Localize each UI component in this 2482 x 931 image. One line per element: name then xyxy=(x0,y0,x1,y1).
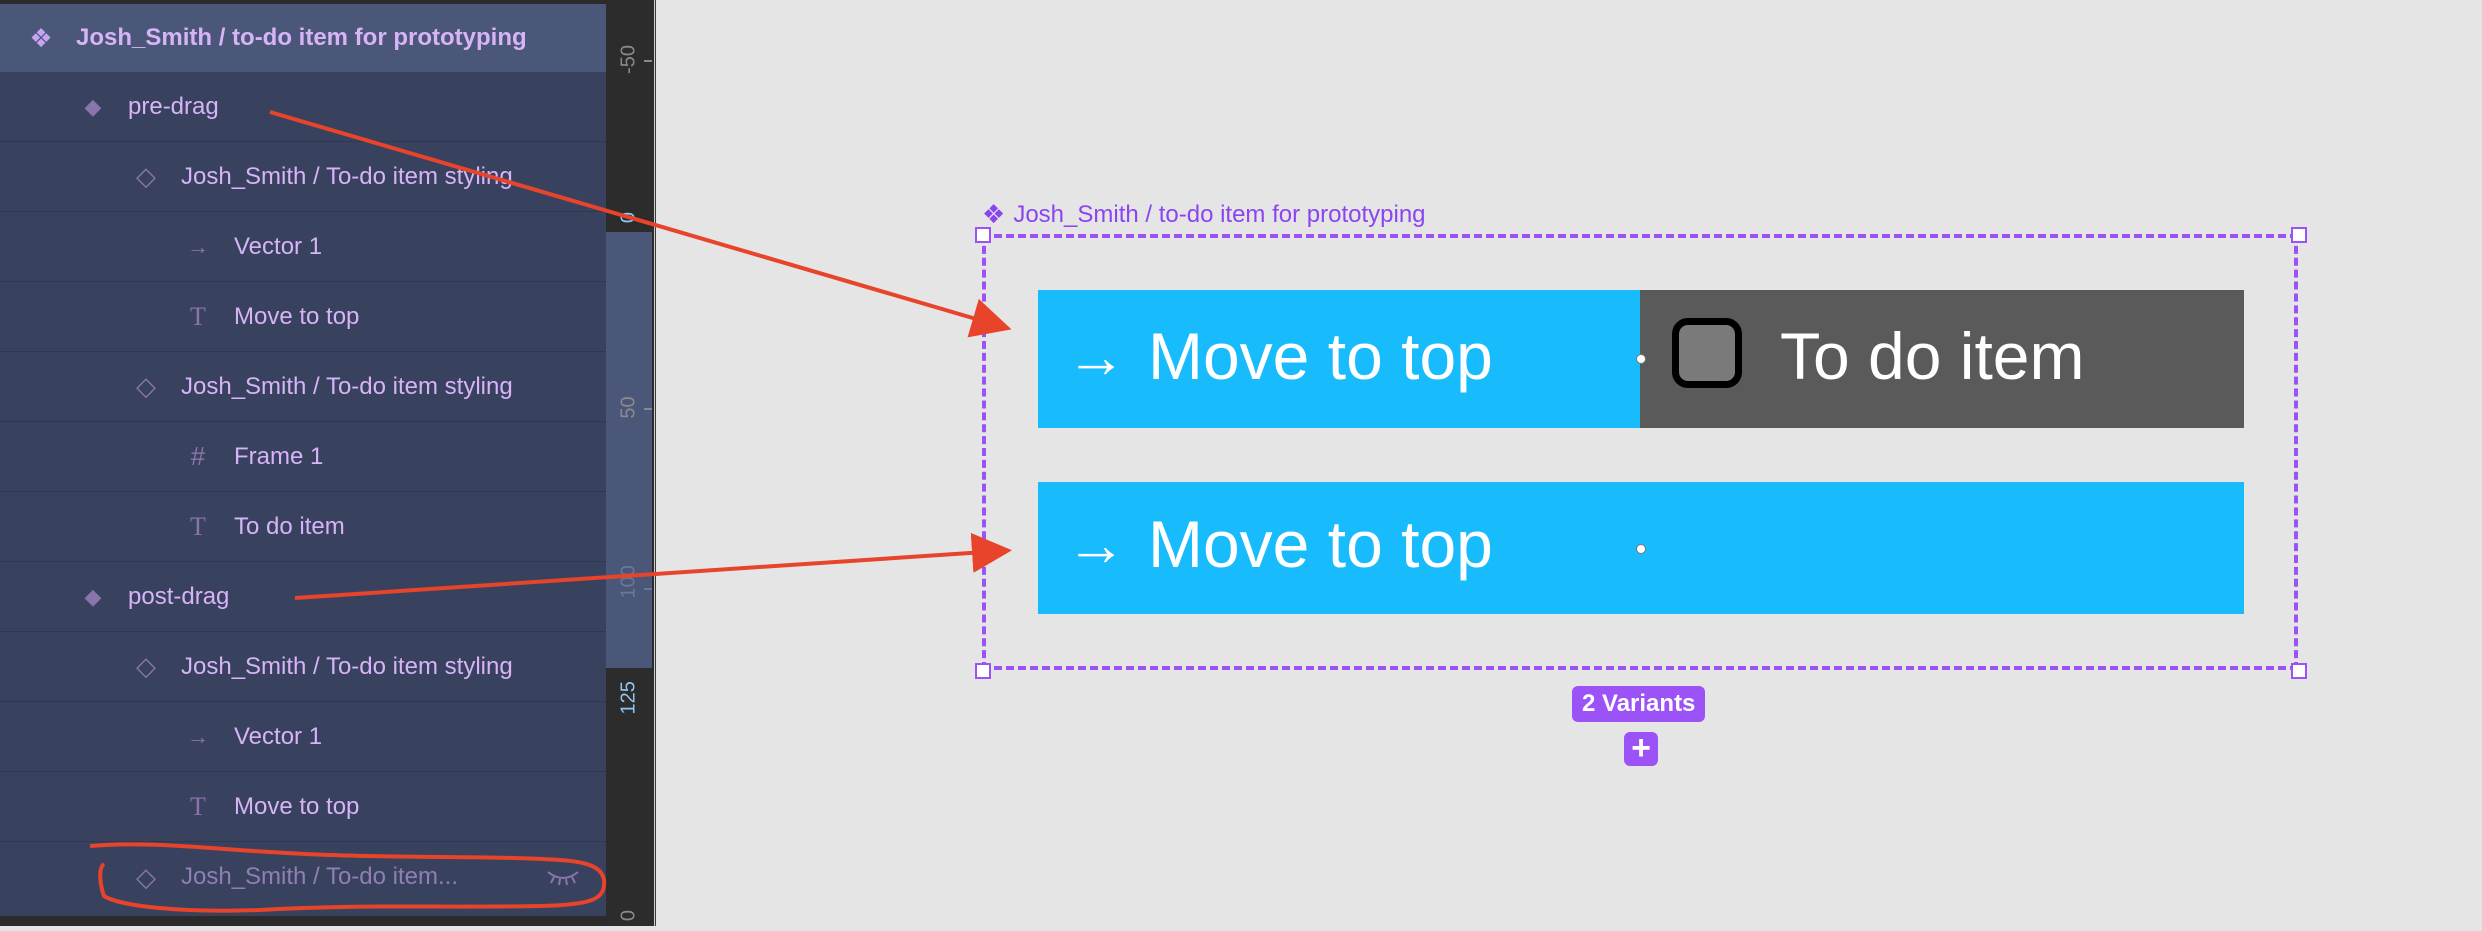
layer-vector[interactable]: → Vector 1 xyxy=(0,702,606,772)
frame-icon: # xyxy=(190,441,206,471)
layer-label: Vector 1 xyxy=(234,232,323,260)
layers-panel: ❖ Josh_Smith / to-do item for prototypin… xyxy=(0,0,606,926)
layer-label: Frame 1 xyxy=(234,442,324,470)
layer-label: post-drag xyxy=(128,582,230,610)
instance-icon: ◇ xyxy=(136,161,156,191)
resize-handle-top-left[interactable] xyxy=(975,227,991,243)
ruler-label: 0 xyxy=(617,909,640,922)
text-icon: T xyxy=(190,791,206,821)
ruler-label: 50 xyxy=(617,396,640,419)
layer-label: Move to top xyxy=(234,302,360,330)
variant-icon: ◆ xyxy=(84,93,102,119)
variant-post-drag[interactable]: → Move to top xyxy=(1038,482,2244,614)
layer-label: To do item xyxy=(234,512,345,540)
layer-frame[interactable]: # Frame 1 xyxy=(0,422,606,492)
component-set-icon: ❖ xyxy=(982,199,1006,229)
variant-icon: ◆ xyxy=(84,583,102,609)
instance-icon: ◇ xyxy=(136,861,156,892)
layer-variant-post-drag[interactable]: ◆ post-drag xyxy=(0,562,606,632)
layer-text[interactable]: T To do item xyxy=(0,492,606,562)
move-to-top-text: Move to top xyxy=(1148,507,1493,581)
arrow-right-icon: → xyxy=(1066,510,1126,578)
layer-text[interactable]: T Move to top xyxy=(0,282,606,352)
layer-text[interactable]: T Move to top xyxy=(0,772,606,842)
component-set-icon: ❖ xyxy=(29,22,53,53)
panel-bottom-border xyxy=(0,916,606,926)
ruler-tick xyxy=(644,60,652,62)
layer-label: Josh_Smith / To-do item styling xyxy=(181,652,513,680)
anchor-point xyxy=(1636,354,1646,364)
ruler-label: 0 xyxy=(617,211,640,224)
layer-instance[interactable]: ◇ Josh_Smith / To-do item styling xyxy=(0,142,606,212)
resize-handle-top-right[interactable] xyxy=(2291,227,2307,243)
instance-icon: ◇ xyxy=(136,371,156,401)
plus-icon: + xyxy=(1631,728,1651,767)
vector-icon: → xyxy=(187,233,209,259)
variant-pre-drag[interactable]: → Move to top To do item xyxy=(1038,290,2244,428)
ruler-label: 100 xyxy=(617,565,640,599)
layer-label: Josh_Smith / To-do item... xyxy=(181,863,459,890)
ruler-tick xyxy=(644,408,652,410)
text-icon: T xyxy=(190,511,206,541)
vertical-ruler: -50 0 50 100 125 0 xyxy=(606,0,656,926)
ruler-tick xyxy=(644,588,652,590)
layer-label: Josh_Smith / To-do item styling xyxy=(181,372,513,400)
layer-variant-pre-drag[interactable]: ◆ pre-drag xyxy=(0,72,606,142)
variants-count-badge: 2 Variants xyxy=(1572,686,1706,722)
layer-instance[interactable]: ◇ Josh_Smith / To-do item styling xyxy=(0,352,606,422)
vector-icon: → xyxy=(187,723,209,749)
resize-handle-bottom-left[interactable] xyxy=(975,663,991,679)
move-to-top-text: Move to top xyxy=(1148,319,1493,393)
layer-label: pre-drag xyxy=(128,92,219,120)
todo-checkbox[interactable] xyxy=(1672,318,1742,388)
move-to-top-label: → Move to top xyxy=(1066,318,1493,394)
layer-instance-hidden[interactable]: ◇ Josh_Smith / To-do item... xyxy=(0,842,606,912)
ruler-label: -50 xyxy=(617,45,640,74)
component-set-name: Josh_Smith / to-do item for prototyping xyxy=(1013,200,1426,228)
add-variant-button[interactable]: + xyxy=(1624,728,1658,767)
layer-label: Move to top xyxy=(234,792,360,820)
text-icon: T xyxy=(190,301,206,331)
anchor-point xyxy=(1636,544,1646,554)
component-set-title[interactable]: ❖ Josh_Smith / to-do item for prototypin… xyxy=(982,199,1426,230)
todo-item-text: To do item xyxy=(1780,319,2085,393)
move-to-top-label: → Move to top xyxy=(1066,506,1493,582)
ruler-label: 125 xyxy=(617,681,640,715)
layer-vector[interactable]: → Vector 1 xyxy=(0,212,606,282)
arrow-right-icon: → xyxy=(1066,322,1126,390)
layer-component-set[interactable]: ❖ Josh_Smith / to-do item for prototypin… xyxy=(0,4,606,72)
instance-icon: ◇ xyxy=(136,651,156,681)
layer-label: Josh_Smith / to-do item for prototyping xyxy=(76,24,527,51)
layer-label: Josh_Smith / To-do item styling xyxy=(181,162,513,190)
ruler-selection-range xyxy=(606,232,652,668)
canvas-edge xyxy=(654,0,655,926)
eye-closed-icon[interactable] xyxy=(546,866,580,888)
resize-handle-bottom-right[interactable] xyxy=(2291,663,2307,679)
layer-label: Vector 1 xyxy=(234,722,323,750)
layer-instance[interactable]: ◇ Josh_Smith / To-do item styling xyxy=(0,632,606,702)
todo-item-panel[interactable]: To do item xyxy=(1640,290,2244,428)
